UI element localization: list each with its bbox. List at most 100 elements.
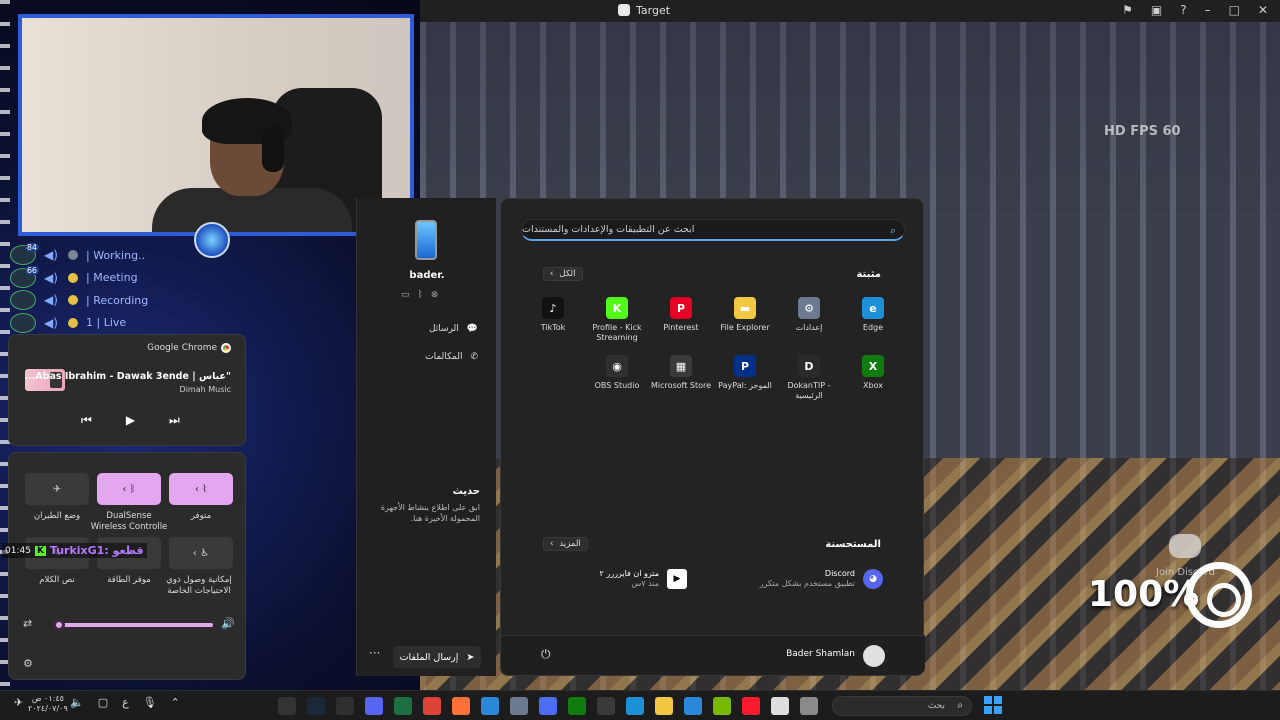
steam-icon[interactable] [307,697,325,715]
media-artist: Dimah Music [179,385,231,394]
discord-icon[interactable] [365,697,383,715]
start-menu: ابحث عن التطبيقات والإعدادات والمستندات … [500,198,925,676]
screen-icon[interactable]: ▣ [1151,3,1162,17]
pinned-app[interactable]: X Xbox [841,355,905,401]
epic-icon[interactable] [278,697,296,715]
pinned-app[interactable]: ▦ Microsoft Store [649,355,713,401]
recommended-item-video[interactable]: مترو ان فايرررر ٢ منذ ٧س ▶ [600,569,687,589]
messages-item[interactable]: الرسائل 💬 [429,324,478,334]
edge-icon[interactable] [626,697,644,715]
maximize-icon[interactable]: □ [1229,3,1240,17]
pinned-app-label: DokanTIP - الرئيسية [787,381,831,400]
pinned-app[interactable]: ◉ OBS Studio [585,355,649,401]
wifi-icon: ‹ ⌇ [194,483,208,495]
xbox-icon: X [862,355,884,377]
send-files-button[interactable]: إرسال الملفات ➤ [393,646,481,668]
airplane-tile[interactable]: ✈ [25,473,89,505]
chrome-icon[interactable] [423,697,441,715]
more-options-button[interactable]: ··· [369,646,380,660]
obs-icon[interactable] [336,697,354,715]
phone-link-icon[interactable] [684,697,702,715]
language-indicator[interactable]: ع [122,696,129,709]
next-track-icon[interactable]: ⏭ [169,413,180,428]
settings-icon[interactable] [510,697,528,715]
discord-icon: ◕ [863,569,883,589]
close-icon[interactable]: ⊗ [431,290,439,300]
paypal-icon: P [734,355,756,377]
voice-label: | Working.. [86,248,146,262]
pinned-app[interactable]: ♪ TikTok [521,297,585,343]
xbox-icon[interactable] [568,697,586,715]
snip-icon[interactable] [771,697,789,715]
copilot-icon[interactable] [539,697,557,715]
pinned-apps-grid: e Edge ⚙ إعدادات ▬ File Explorer P Pinterest K Pr… [521,297,905,401]
chat-icon: 💬 [466,324,478,334]
volume-icon[interactable]: 🔊 [221,617,235,630]
pinned-app[interactable]: ⚙ إعدادات [777,297,841,343]
flag-icon[interactable]: ⚑ [1122,3,1133,17]
notification-icon[interactable]: ✈ [14,696,23,709]
kick-icon: K [606,297,628,319]
minimize-icon[interactable]: – [1205,3,1211,17]
volume-icon[interactable]: 🔈 [70,696,84,709]
pinterest-icon: P [670,297,692,319]
play-icon[interactable]: ▶ [126,413,135,428]
user-name[interactable]: Bader Shamlan [786,649,855,659]
power-icon[interactable]: ⏻ [541,647,551,662]
settings-gear-icon[interactable]: ⚙ [23,657,33,670]
explorer-icon[interactable] [655,697,673,715]
start-search-input[interactable]: ابحث عن التطبيقات والإعدادات والمستندات … [521,219,905,241]
voice-label: | Meeting [86,271,138,285]
chevron-left-icon: ‹ [550,269,554,279]
calls-item[interactable]: المكالمات ✆ [425,352,478,362]
game-icon[interactable] [800,697,818,715]
help-icon[interactable]: ? [1180,3,1186,17]
pinned-app[interactable]: ▬ File Explorer [713,297,777,343]
wifi-tile[interactable]: ‹ ⌇ [169,473,233,505]
accessibility-tile[interactable]: ‹ ♿ [169,537,233,569]
phone-status: ▭ ᛒ ⊗ [401,290,438,300]
pinned-app[interactable]: D DokanTIP - الرئيسية [777,355,841,401]
pinned-app[interactable]: e Edge [841,297,905,343]
bluetooth-icon: ᛒ [417,290,423,300]
chevron-up-icon[interactable]: ⌃ [171,696,180,709]
chip-time: 01:45 [5,545,31,556]
more-button[interactable]: ‹ المزيد [543,537,588,551]
recommended-item-discord[interactable]: Discord تطبيق مستخدم بشكل متكرر ◕ [760,569,883,589]
all-apps-button[interactable]: ‹ الكل [543,267,583,281]
kick-icon: K [34,545,46,556]
pinned-app[interactable]: P PayPal: الموجز [713,355,777,401]
volume-slider[interactable] [53,619,213,631]
photos-icon[interactable] [481,697,499,715]
store-icon[interactable] [597,697,615,715]
nvidia-icon[interactable] [713,697,731,715]
status-dot [68,272,78,283]
avatar[interactable] [863,645,885,667]
video-file-icon: ▶ [667,569,687,589]
audio-output-icon[interactable]: ⇄ [23,617,32,630]
pinned-app[interactable]: P Pinterest [649,297,713,343]
clock[interactable]: ٠١:٤٥ ص ٢٠٢٤/٠٧/٠٩ [28,694,68,714]
bluetooth-tile[interactable]: ‹ ᛒ [97,473,161,505]
taskbar: ٠١:٤٥ ص ٢٠٢٤/٠٧/٠٩ ✈ 🔈 ▢ ع 🎙 ⌃ بحث ⌕ [0,690,1280,720]
taskbar-search[interactable]: بحث ⌕ [832,696,972,716]
network-icon[interactable]: ▢ [98,696,108,709]
quick-settings-panel: ‹ ⌇ متوفر ‹ ᛒ DualSense Wireless Control… [8,452,246,680]
badge: 66 [24,265,39,275]
voice-row: ◀) 1 | Live [10,312,250,335]
pinned-app-label: OBS Studio [594,381,640,390]
firefox-icon[interactable] [452,697,470,715]
opera-icon[interactable] [742,697,760,715]
excel-icon[interactable] [394,697,412,715]
windows-start-button[interactable] [984,696,1002,714]
microphone-icon[interactable]: 🎙 [143,696,157,709]
airplane-label: وضع الطيران [33,511,81,521]
close-icon[interactable]: ✕ [1258,3,1268,17]
media-title: ...Abas Ibrahim - Dawak 3ende | عباس" [24,371,231,382]
avatar: 66 [10,265,39,288]
previous-track-icon[interactable]: ⏮ [81,413,92,428]
store-icon: ▦ [670,355,692,377]
volume-thumb[interactable] [53,619,65,631]
speaker-icon: ◀) [44,315,58,330]
pinned-app[interactable]: K Profile - Kick Streaming [585,297,649,343]
